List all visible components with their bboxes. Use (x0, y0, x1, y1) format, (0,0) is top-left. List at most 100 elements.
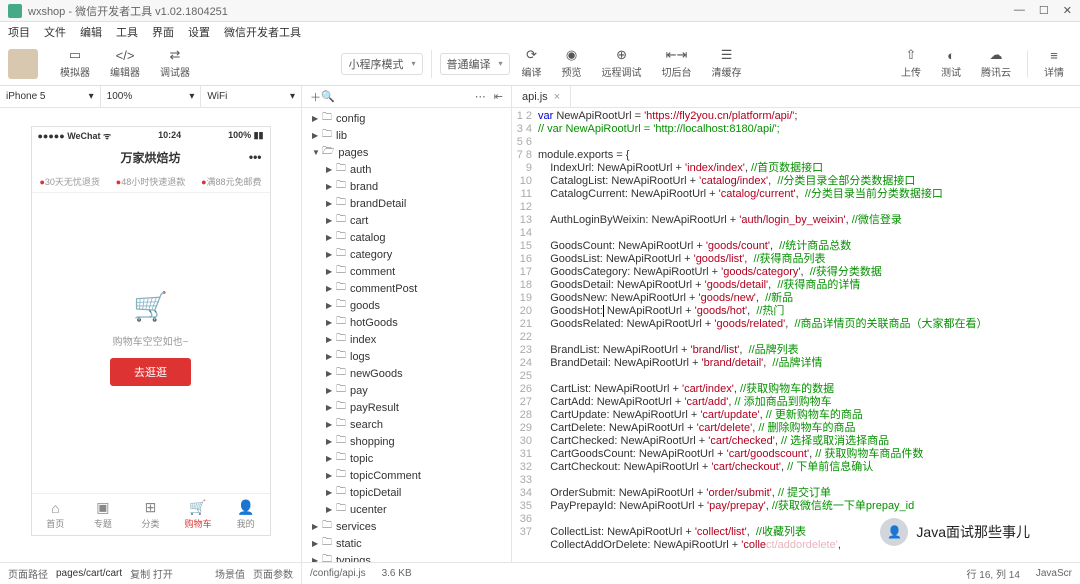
compile-button[interactable]: ⟳编译 (514, 46, 550, 81)
folder-topic[interactable]: ▶🗀topic (302, 450, 511, 467)
title-bar: wxshop - 微信开发者工具 v1.02.1804251 — ☐ ✕ (0, 0, 1080, 22)
window-title: wxshop - 微信开发者工具 v1.02.1804251 (28, 3, 1014, 19)
folder-hotGoods[interactable]: ▶🗀hotGoods (302, 314, 511, 331)
folder-catalog[interactable]: ▶🗀catalog (302, 229, 511, 246)
network-select[interactable]: WiFi▾ (201, 86, 301, 107)
status-scene[interactable]: 场景值 (215, 566, 245, 581)
folder-auth[interactable]: ▶🗀auth (302, 161, 511, 178)
cache-button[interactable]: ☰清缓存 (704, 46, 750, 81)
menu-bar: 项目 文件 编辑 工具 界面 设置 微信开发者工具 (0, 22, 1080, 42)
mode-select[interactable]: 小程序模式▾ (341, 53, 422, 75)
zoom-select[interactable]: 100%▾ (101, 86, 202, 107)
close-tab-icon[interactable]: × (554, 91, 560, 103)
folder-brand[interactable]: ▶🗀brand (302, 178, 511, 195)
menu-ui[interactable]: 界面 (152, 24, 174, 40)
menu-project[interactable]: 项目 (8, 24, 30, 40)
menu-devtool[interactable]: 微信开发者工具 (224, 24, 301, 40)
folder-category[interactable]: ▶🗀category (302, 246, 511, 263)
folder-newGoods[interactable]: ▶🗀newGoods (302, 365, 511, 382)
editor-tab-api-js[interactable]: api.js× (512, 86, 571, 107)
tab-bar: ⌂首页 ▣专题 ⊞分类 🛒购物车 👤我的 (32, 493, 270, 535)
simulator-button[interactable]: ▭模拟器 (52, 46, 98, 81)
search-icon[interactable]: 🔍 (321, 90, 335, 103)
folder-shopping[interactable]: ▶🗀shopping (302, 433, 511, 450)
minimize-icon[interactable]: — (1014, 4, 1025, 17)
menu-settings[interactable]: 设置 (188, 24, 210, 40)
grid-icon: ⊞ (145, 499, 157, 516)
folder-icon: 🗀 (336, 314, 346, 331)
promo-bar: ●30天无忧退货 ●48小时快速退款 ●满88元免邮费 (32, 171, 270, 193)
folder-icon: 🗀 (336, 246, 346, 263)
compile-mode-select[interactable]: 普通编译▾ (440, 53, 510, 75)
menu-file[interactable]: 文件 (44, 24, 66, 40)
tab-home[interactable]: ⌂首页 (32, 494, 80, 535)
code-icon: </> (116, 48, 134, 62)
folder-icon: 🗀 (322, 127, 332, 144)
folder-lib[interactable]: ▶🗀lib (302, 127, 511, 144)
preview-button[interactable]: ◉预览 (554, 46, 590, 81)
folder-goods[interactable]: ▶🗀goods (302, 297, 511, 314)
folder-config[interactable]: ▶🗀config (302, 110, 511, 127)
folder-icon: 🗀 (336, 365, 346, 382)
detail-button[interactable]: ≡详情 (1036, 46, 1072, 81)
more-icon[interactable]: ••• (249, 150, 262, 164)
maximize-icon[interactable]: ☐ (1039, 4, 1049, 17)
cart-icon: 🛒 (189, 499, 206, 516)
folder-pay[interactable]: ▶🗀pay (302, 382, 511, 399)
chevron-down-icon: ▾ (189, 91, 194, 102)
folder-topicDetail[interactable]: ▶🗀topicDetail (302, 484, 511, 501)
folder-icon: 🗀 (336, 433, 346, 450)
folder-ucenter[interactable]: ▶🗀ucenter (302, 501, 511, 518)
go-shop-button[interactable]: 去逛逛 (110, 358, 191, 386)
folder-icon: 🗀 (336, 348, 346, 365)
more-icon[interactable]: ⋯ (475, 90, 486, 103)
background-button[interactable]: ⇤⇥切后台 (654, 46, 700, 81)
tab-my[interactable]: 👤我的 (222, 494, 270, 535)
status-file: /config/api.js (310, 568, 366, 579)
tab-cart[interactable]: 🛒购物车 (174, 494, 222, 535)
menu-tool[interactable]: 工具 (116, 24, 138, 40)
folder-topicComment[interactable]: ▶🗀topicComment (302, 467, 511, 484)
phone-simulator: ●●●●● WeChat ᯤ 10:24 100% ▮▮ 万家烘焙坊 ••• ●… (31, 126, 271, 536)
folder-pages[interactable]: ▼🗁pages (302, 144, 511, 161)
cache-icon: ☰ (718, 48, 736, 62)
folder-icon: 🗀 (336, 331, 346, 348)
folder-commentPost[interactable]: ▶🗀commentPost (302, 280, 511, 297)
device-select[interactable]: iPhone 5▾ (0, 86, 101, 107)
status-bar: ●●●●● WeChat ᯤ 10:24 100% ▮▮ (32, 127, 270, 143)
app-icon (8, 4, 22, 18)
status-page-path-label: 页面路径 (8, 566, 48, 581)
collapse-icon[interactable]: ⇤ (494, 90, 503, 103)
folder-index[interactable]: ▶🗀index (302, 331, 511, 348)
add-file-icon[interactable]: ＋ (310, 89, 321, 105)
folder-icon: 🗀 (336, 297, 346, 314)
chevron-down-icon: ▾ (89, 91, 94, 102)
folder-static[interactable]: ▶🗀static (302, 535, 511, 552)
folder-logs[interactable]: ▶🗀logs (302, 348, 511, 365)
tab-category[interactable]: ⊞分类 (127, 494, 175, 535)
debugger-button[interactable]: ⇄调试器 (152, 46, 198, 81)
cloud-button[interactable]: ☁腾讯云 (973, 46, 1019, 81)
test-button[interactable]: ◐测试 (933, 46, 969, 81)
line-gutter: 1 2 3 4 5 6 7 8 9 10 11 12 13 14 15 16 1… (512, 108, 538, 562)
status-params[interactable]: 页面参数 (253, 566, 293, 581)
folder-comment[interactable]: ▶🗀comment (302, 263, 511, 280)
folder-brandDetail[interactable]: ▶🗀brandDetail (302, 195, 511, 212)
user-avatar[interactable] (8, 49, 38, 79)
folder-cart[interactable]: ▶🗀cart (302, 212, 511, 229)
status-copy-open[interactable]: 复制 打开 (130, 566, 173, 581)
code-editor[interactable]: 1 2 3 4 5 6 7 8 9 10 11 12 13 14 15 16 1… (512, 108, 1080, 562)
upload-button[interactable]: ⇧上传 (893, 46, 929, 81)
folder-typings[interactable]: ▶🗀typings (302, 552, 511, 562)
close-icon[interactable]: ✕ (1063, 4, 1072, 17)
folder-payResult[interactable]: ▶🗀payResult (302, 399, 511, 416)
remote-button[interactable]: ⊕远程调试 (594, 46, 650, 81)
folder-services[interactable]: ▶🗀services (302, 518, 511, 535)
watermark-avatar-icon: 👤 (880, 518, 908, 546)
file-tree: ▶🗀config ▶🗀lib ▼🗁pages ▶🗀auth▶🗀brand▶🗀br… (302, 108, 511, 562)
folder-search[interactable]: ▶🗀search (302, 416, 511, 433)
folder-icon: 🗀 (336, 501, 346, 518)
menu-edit[interactable]: 编辑 (80, 24, 102, 40)
editor-button[interactable]: </>编辑器 (102, 46, 148, 81)
tab-topic[interactable]: ▣专题 (79, 494, 127, 535)
